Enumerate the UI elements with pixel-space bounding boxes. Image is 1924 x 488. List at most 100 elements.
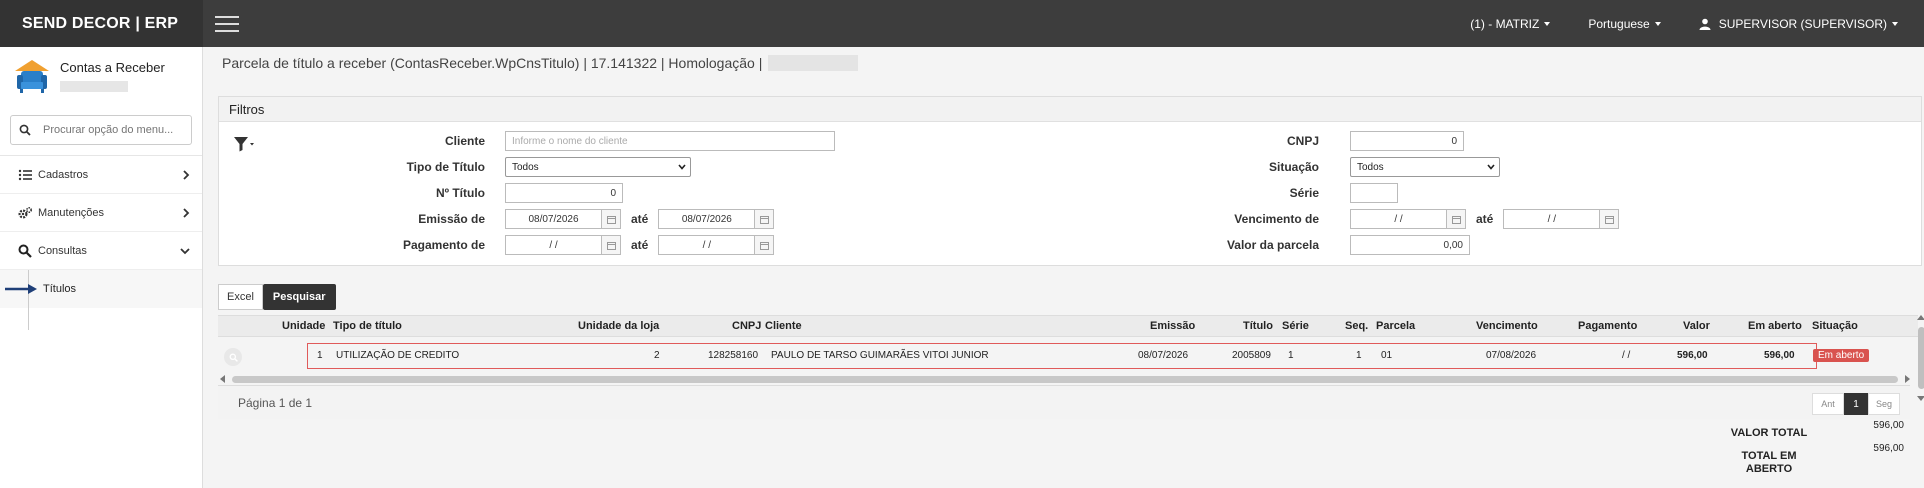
tipo-titulo-select[interactable]: Todos [505, 157, 691, 177]
pagination: Ant 1 Seg [1812, 393, 1900, 415]
col-serie[interactable]: Série [1282, 320, 1309, 332]
col-unidade-loja[interactable]: Unidade da loja [578, 320, 659, 332]
col-pagamento[interactable]: Pagamento [1578, 320, 1637, 332]
caret-down-icon [1892, 21, 1898, 26]
scroll-thumb[interactable] [1918, 327, 1924, 389]
chevron-down-icon [678, 164, 686, 170]
sidebar-item-label: Consultas [38, 244, 87, 257]
scroll-down-icon[interactable] [1917, 396, 1924, 401]
status-badge: Em aberto [1813, 349, 1870, 362]
prev-page-button[interactable]: Ant [1812, 393, 1844, 415]
emissao-de-field: 08/07/2026 [505, 209, 621, 229]
serie-input[interactable] [1350, 183, 1398, 203]
calendar-icon[interactable] [601, 235, 621, 255]
emissao-ate-field: 08/07/2026 [658, 209, 775, 229]
scroll-left-icon[interactable] [220, 375, 225, 383]
scroll-thumb[interactable] [232, 376, 1898, 383]
vencimento-label: Vencimento de [1234, 212, 1319, 226]
numero-titulo-input[interactable]: 0 [505, 183, 623, 203]
user-icon [1699, 18, 1711, 30]
chevron-right-icon [183, 207, 190, 218]
pesquisar-button[interactable]: Pesquisar [262, 284, 336, 310]
cell-tipo-titulo: UTILIZAÇÃO DE CREDITO [336, 350, 460, 361]
scroll-right-icon[interactable] [1905, 375, 1910, 383]
pagamento-label: Pagamento de [402, 238, 485, 252]
module-subtitle-redacted [60, 81, 128, 92]
col-seq[interactable]: Seq. [1345, 320, 1368, 332]
valor-parcela-input[interactable]: 0,00 [1350, 235, 1470, 255]
valor-parcela-label: Valor da parcela [1226, 238, 1319, 252]
col-unidade[interactable]: Unidade [282, 320, 325, 332]
cnpj-input[interactable]: 0 [1350, 131, 1464, 151]
totals: VALOR TOTAL 596,00 TOTAL EM ABERTO 596,0… [1724, 420, 1904, 476]
col-tipo-titulo[interactable]: Tipo de título [333, 320, 402, 332]
emissao-ate-input[interactable]: 08/07/2026 [658, 209, 755, 229]
sidebar-subitem-label: Títulos [43, 283, 77, 295]
col-emissao[interactable]: Emissão [1150, 320, 1195, 332]
col-valor[interactable]: Valor [1683, 320, 1710, 332]
horizontal-scrollbar[interactable] [220, 374, 1910, 384]
sofa-logo-icon [15, 60, 49, 93]
unit-dropdown[interactable]: (1) - MATRIZ [1470, 17, 1551, 31]
filter-row-numero: Nº Título 0 [219, 182, 623, 204]
search-icon [18, 244, 32, 258]
calendar-icon[interactable] [1446, 209, 1466, 229]
col-vencimento[interactable]: Vencimento [1476, 320, 1538, 332]
total-aberto-row: TOTAL EM ABERTO 596,00 [1724, 443, 1905, 476]
sidebar-item-cadastros[interactable]: Cadastros [0, 156, 202, 194]
filters-header: Filtros [219, 97, 1921, 122]
col-cnpj[interactable]: CNPJ [732, 320, 761, 332]
pagamento-de-input[interactable]: / / [505, 235, 601, 255]
col-titulo[interactable]: Título [1243, 320, 1273, 332]
cell-cliente: PAULO DE TARSO GUIMARÃES VITOI JUNIOR [771, 350, 989, 361]
app-brand[interactable]: SEND DECOR | ERP [0, 0, 203, 47]
gears-icon [18, 206, 32, 219]
situacao-select[interactable]: Todos [1350, 157, 1500, 177]
em-aberto-total-value: 596,00 [1873, 443, 1904, 454]
col-situacao[interactable]: Situação [1812, 320, 1858, 332]
language-dropdown[interactable]: Portuguese [1588, 17, 1661, 31]
col-cliente[interactable]: Cliente [765, 320, 802, 332]
view-record-icon[interactable] [224, 348, 242, 366]
valor-total-value: 596,00 [1873, 420, 1904, 431]
calendar-icon[interactable] [601, 209, 621, 229]
search-icon [19, 124, 31, 136]
emissao-de-input[interactable]: 08/07/2026 [505, 209, 601, 229]
hamburger-menu-icon[interactable] [215, 15, 239, 32]
cell-em-aberto: 596,00 [1764, 350, 1795, 361]
calendar-icon[interactable] [754, 235, 775, 255]
user-dropdown[interactable]: SUPERVISOR (SUPERVISOR) [1699, 17, 1898, 31]
filter-row-vencimento: Vencimento de / / até / / [919, 208, 1620, 230]
col-em-aberto[interactable]: Em aberto [1748, 320, 1802, 332]
pagamento-de-field: / / [505, 235, 621, 255]
excel-button[interactable]: Excel [218, 284, 263, 310]
cliente-input[interactable]: Informe o nome do cliente [505, 131, 835, 151]
scroll-up-icon[interactable] [1917, 315, 1924, 320]
calendar-icon[interactable] [754, 209, 775, 229]
next-page-button[interactable]: Seg [1868, 393, 1900, 415]
menu-search-input[interactable] [41, 123, 181, 137]
table-row[interactable]: 1 UTILIZAÇÃO DE CREDITO 2 128258160 PAUL… [218, 343, 1918, 369]
calendar-icon[interactable] [1599, 209, 1620, 229]
redacted-environment [768, 55, 859, 71]
col-parcela[interactable]: Parcela [1376, 320, 1415, 332]
sidebar-subitem-titulos[interactable]: Títulos [0, 270, 202, 330]
sidebar-item-manutencoes[interactable]: Manutenções [0, 194, 202, 232]
cell-vencimento: 07/08/2026 [1486, 350, 1537, 361]
top-right-menu: (1) - MATRIZ Portuguese SUPERVISOR (SUPE… [1432, 0, 1924, 47]
page-1-button[interactable]: 1 [1844, 393, 1868, 415]
page-info: Página 1 de 1 [238, 396, 313, 410]
action-buttons: Excel Pesquisar [218, 284, 336, 310]
module-text: Contas a Receber [60, 57, 165, 92]
vencimento-de-input[interactable]: / / [1350, 209, 1446, 229]
filter-row-serie: Série [919, 182, 1398, 204]
results-grid: Unidade Tipo de título Unidade da loja C… [218, 315, 1924, 465]
vencimento-ate-input[interactable]: / / [1503, 209, 1600, 229]
chevron-down-icon [180, 247, 190, 254]
pagamento-ate-input[interactable]: / / [658, 235, 755, 255]
page-title-text: Parcela de título a receber (ContasReceb… [222, 55, 763, 71]
filter-row-situacao: Situação Todos [919, 156, 1500, 178]
vertical-scrollbar[interactable] [1916, 315, 1924, 401]
sidebar-item-consultas[interactable]: Consultas [0, 232, 202, 270]
filters-panel: Filtros Cliente Informe o nome do client… [218, 96, 1922, 266]
